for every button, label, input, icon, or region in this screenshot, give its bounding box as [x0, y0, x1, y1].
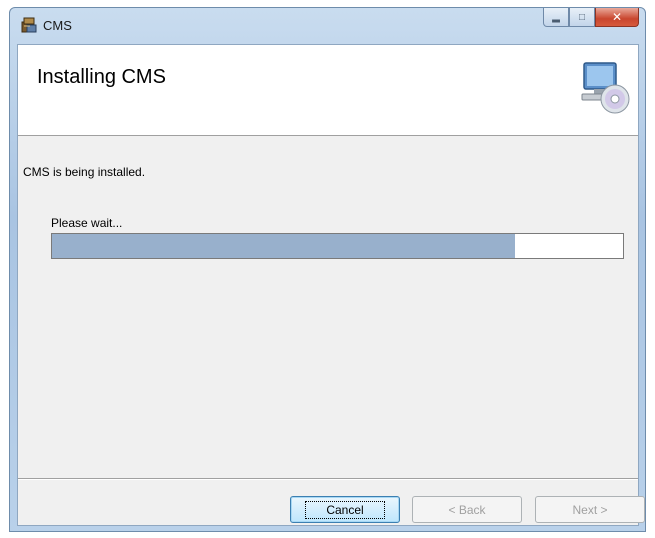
install-progress-bar [51, 233, 624, 259]
window-title: CMS [43, 18, 72, 33]
installer-content: Installing CMS CMS is being installed. P… [17, 44, 645, 526]
progress-fill [52, 234, 515, 258]
cancel-button-label: Cancel [305, 500, 385, 519]
maximize-icon: □ [578, 11, 586, 23]
minimize-icon: ▂ [552, 11, 560, 23]
maximize-button[interactable]: □ [569, 8, 595, 27]
install-status-text: CMS is being installed. [23, 165, 146, 179]
header-banner: Installing CMS [18, 45, 638, 136]
button-separator [18, 478, 638, 480]
page-title: Installing CMS [37, 66, 166, 88]
caption-buttons: ▂ □ ✕ [543, 8, 639, 28]
computer-with-disc-icon [581, 62, 630, 114]
installer-package-icon [21, 17, 37, 33]
installer-window: CMS ▂ □ ✕ Installing CMS CMS is being in… [9, 7, 646, 532]
cancel-button[interactable]: Cancel [290, 496, 400, 523]
close-icon: ✕ [611, 10, 623, 24]
back-button-label: < Back [448, 502, 486, 517]
next-button-label: Next > [572, 502, 608, 517]
close-button[interactable]: ✕ [595, 8, 639, 27]
back-button[interactable]: < Back [412, 496, 522, 523]
next-button[interactable]: Next > [535, 496, 645, 523]
please-wait-label: Please wait... [51, 216, 123, 230]
title-bar[interactable]: CMS ▂ □ ✕ [10, 8, 645, 44]
minimize-button[interactable]: ▂ [543, 8, 569, 27]
